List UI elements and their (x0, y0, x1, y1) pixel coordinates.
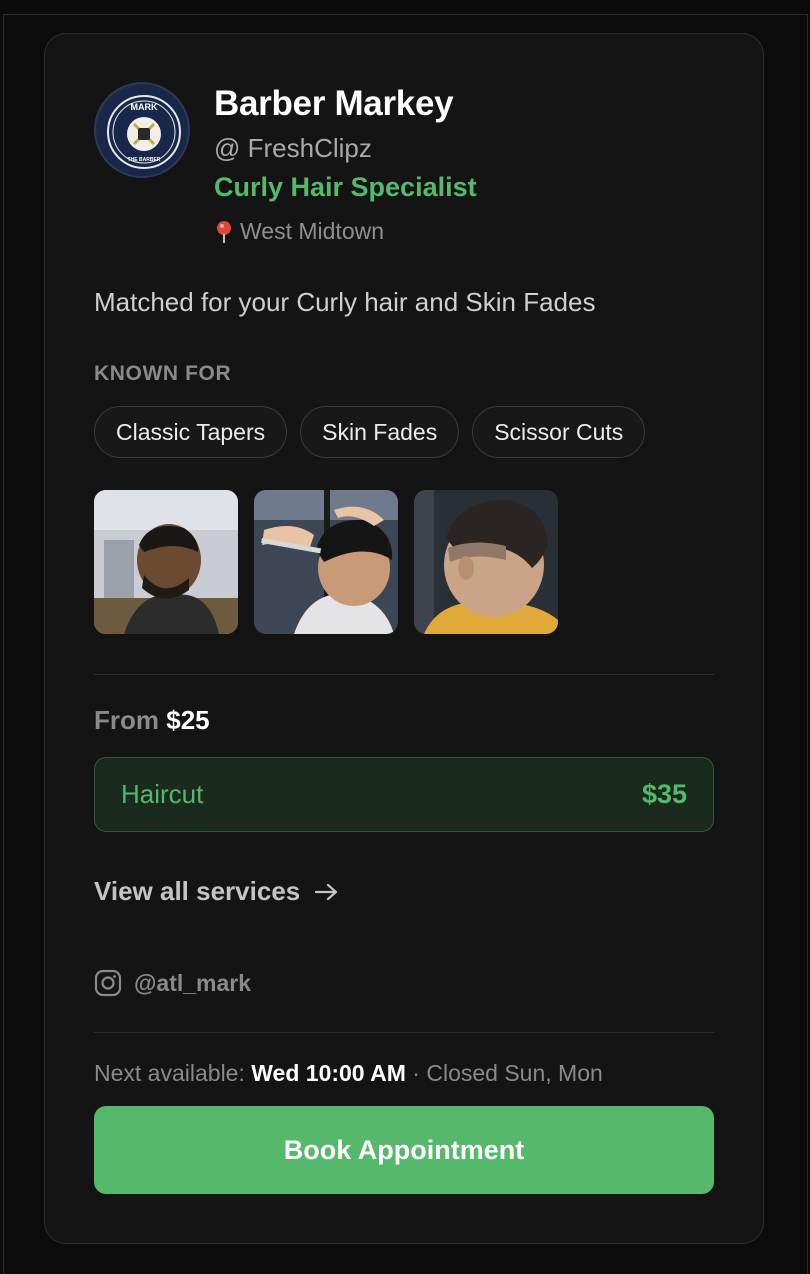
closed-days: · Closed Sun, Mon (412, 1060, 603, 1086)
from-price: $25 (166, 705, 210, 735)
haircut-photo-2[interactable] (254, 490, 398, 634)
service-name: Haircut (121, 779, 204, 809)
location-label: West Midtown (240, 218, 385, 244)
section-divider (94, 1032, 714, 1033)
barber-specialty: Curly Hair Specialist (214, 172, 477, 202)
barber-handle: @ FreshClipz (214, 133, 372, 163)
barber-location: West Midtown (214, 218, 384, 245)
barber-avatar: MARK THE BARBER (94, 82, 190, 178)
barber-logo-icon: MARK THE BARBER (98, 86, 188, 176)
view-all-label: View all services (94, 876, 301, 906)
tag-classic-tapers[interactable]: Classic Tapers (94, 406, 288, 458)
haircut-photo-3[interactable] (414, 490, 558, 634)
instagram-handle: @atl_mark (134, 969, 252, 996)
known-for-tags: Classic Tapers Skin Fades Scissor Cuts (94, 406, 646, 458)
view-all-services-link[interactable]: View all services (94, 876, 340, 907)
next-availability: Next available: Wed 10:00 AM · Closed Su… (94, 1060, 603, 1087)
portfolio-photos (94, 490, 558, 634)
match-text: Matched for your Curly hair and Skin Fad… (94, 287, 596, 317)
from-label: From (94, 705, 159, 735)
location-pin-icon (217, 220, 231, 243)
tag-skin-fades[interactable]: Skin Fades (300, 406, 460, 458)
instagram-link[interactable]: @atl_mark (94, 969, 251, 997)
haircut-photo-1[interactable] (94, 490, 238, 634)
known-for-heading: KNOWN FOR (94, 362, 232, 385)
svg-text:MARK: MARK (131, 102, 158, 112)
instagram-icon (94, 969, 122, 997)
service-haircut[interactable]: Haircut $35 (94, 757, 714, 832)
next-available-label: Next available: (94, 1060, 245, 1086)
barber-name: Barber Markey (214, 84, 454, 123)
service-price: $35 (641, 779, 687, 809)
section-divider (94, 674, 714, 675)
tag-scissor-cuts[interactable]: Scissor Cuts (472, 406, 646, 458)
svg-text:THE BARBER: THE BARBER (128, 157, 161, 163)
price-from: From $25 (94, 705, 210, 736)
arrow-right-icon (315, 883, 338, 900)
next-available-time: Wed 10:00 AM (251, 1060, 406, 1086)
book-appointment-button[interactable]: Book Appointment (94, 1106, 714, 1194)
